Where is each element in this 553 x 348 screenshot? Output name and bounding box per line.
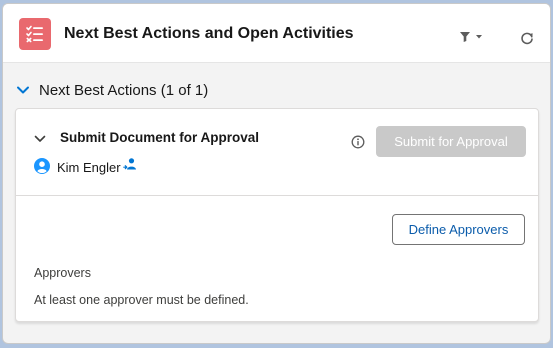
chevron-down-icon[interactable] — [34, 133, 46, 145]
user-icon — [34, 158, 50, 174]
filter-menu-button[interactable] — [459, 30, 487, 46]
card-divider — [16, 195, 538, 196]
card-header: Submit Document for Approval Kim Engler — [16, 109, 538, 195]
assign-user-icon — [123, 158, 136, 170]
refresh-icon — [521, 32, 533, 45]
card-title: Submit Document for Approval — [60, 130, 260, 145]
filter-icon — [460, 32, 482, 42]
submit-for-approval-button[interactable]: Submit for Approval — [376, 126, 526, 157]
app-frame: Next Best Actions and Open Activities Ne… — [0, 0, 553, 348]
approvers-message: At least one approver must be defined. — [34, 293, 249, 307]
refresh-button[interactable] — [519, 30, 535, 46]
approvers-label: Approvers — [34, 266, 91, 280]
checklist-icon — [19, 18, 51, 50]
recommendation-card: Submit Document for Approval Kim Engler — [15, 108, 539, 322]
assignee-name: Kim Engler — [57, 160, 121, 175]
section-label: Next Best Actions (1 of 1) — [39, 81, 209, 99]
chevron-down-icon — [17, 86, 29, 94]
info-icon[interactable] — [351, 135, 365, 149]
define-approvers-button[interactable]: Define Approvers — [392, 214, 525, 245]
panel-title: Next Best Actions and Open Activities — [64, 25, 354, 42]
section-toggle[interactable]: Next Best Actions (1 of 1) — [16, 79, 208, 101]
panel-header: Next Best Actions and Open Activities — [3, 4, 550, 63]
nba-panel: Next Best Actions and Open Activities Ne… — [2, 3, 551, 344]
